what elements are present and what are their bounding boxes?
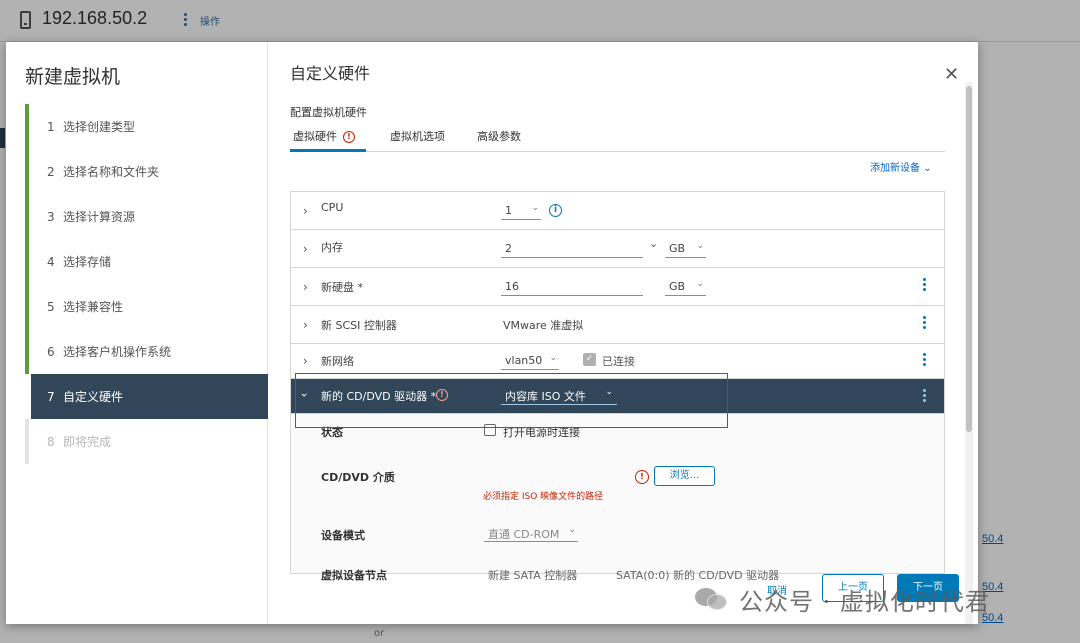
more-icon[interactable] [923,353,927,368]
chevron-right-icon[interactable]: › [303,318,308,332]
more-icon[interactable] [923,316,927,331]
tab-advanced[interactable]: 高级参数 [477,128,521,152]
info-icon[interactable]: i [549,204,562,217]
wizard-content: 自定义硬件 ✕ 配置虚拟机硬件 虚拟硬件! 虚拟机选项 高级参数 添加新设备 ⌄… [268,42,978,624]
chevron-right-icon[interactable]: › [303,242,308,256]
wizard-nav: 新建虚拟机 1 选择创建类型 2 选择名称和文件夹 3 选择计算资源 4 选择存储 5选… [6,42,268,624]
add-new-device-menu[interactable]: 添加新设备 ⌄ [870,159,932,174]
disk-size-input[interactable]: 16 [501,278,643,296]
step-8: 8 即将完成 [25,419,268,464]
section-label: 配置虚拟机硬件 [290,106,367,119]
chevron-right-icon[interactable]: › [303,204,308,218]
device-mode-select[interactable]: 直通 CD-ROM ⌄ [484,524,578,542]
step-1[interactable]: 1 选择创建类型 [25,104,268,149]
device-mode-label: 设备模式 [321,529,365,542]
disk-unit-select[interactable]: GB ⌄ [665,278,706,296]
node-controller: 新建 SATA 控制器 [488,569,578,582]
wechat-logo-icon [695,586,729,612]
step-label: 选择存储 [63,255,112,269]
tab-bar: 虚拟硬件! 虚拟机选项 高级参数 [290,122,945,152]
chevron-right-icon[interactable]: › [303,280,308,294]
disk-label: 新硬盘 * [321,281,363,294]
chevron-right-icon[interactable]: › [303,354,308,368]
power-on-connect-checkbox[interactable] [484,424,496,436]
cpu-label: CPU [321,201,344,214]
step-5[interactable]: 5 选择兼容性 [25,284,268,329]
step-6[interactable]: 6 选择客户机操作系统 [25,329,268,374]
page-title: 自定义硬件 [290,64,371,83]
chevron-down-icon: ⌄ [696,279,704,289]
power-on-connect-label: 打开电源时连接 [503,426,580,439]
chevron-down-icon: ⌄ [605,387,613,397]
more-icon[interactable] [923,389,927,404]
more-icon[interactable] [923,278,927,293]
step-7-active[interactable]: 7 自定义硬件 [31,374,268,419]
chevron-down-icon[interactable]: ⌄ [649,237,658,250]
device-node-label: 虚拟设备节点 [321,569,387,582]
cdrom-details: 状态 打开电源时连接 CD/DVD 介质 ! 浏览... 必须指定 ISO 映像… [291,414,944,582]
memory-label: 内存 [321,241,343,254]
step-2[interactable]: 2 选择名称和文件夹 [25,149,268,194]
step-label: 选择创建类型 [63,120,136,134]
browse-button[interactable]: 浏览... [654,466,715,486]
connected-label: 已连接 [602,355,635,368]
scsi-value: VMware 准虚拟 [503,319,584,332]
watermark-text: 公众号 · 虚拟化时代君 [739,587,990,616]
error-icon: ! [343,131,355,143]
hardware-row-memory: › 内存 2 ⌄ GB ⌄ [291,230,944,268]
error-icon: ! [436,389,448,401]
step-label: 选择兼容性 [63,300,124,314]
chevron-down-icon: ⌄ [568,525,576,535]
network-label: 新网络 [321,355,354,368]
memory-input[interactable]: 2 [501,240,643,258]
chevron-down-icon: ⌄ [549,353,557,363]
chevron-down-icon: ⌄ [923,163,932,174]
cdrom-label: 新的 CD/DVD 驱动器 * [321,390,437,403]
new-vm-wizard: 新建虚拟机 1 选择创建类型 2 选择名称和文件夹 3 选择计算资源 4 选择存储 5选… [6,42,978,624]
chevron-down-icon: ⌄ [531,203,539,213]
step-label: 选择计算资源 [63,210,136,224]
hardware-row-cpu: › CPU 1 ⌄ i [291,192,944,230]
chevron-down-icon: ⌄ [696,241,704,251]
hardware-table: › CPU 1 ⌄ i › 内存 2 ⌄ GB ⌄ › 新硬盘 * 16 GB ⌄ [290,191,945,582]
cpu-select[interactable]: 1 ⌄ [501,202,541,220]
tab-vm-options[interactable]: 虚拟机选项 [390,128,445,152]
chevron-down-icon[interactable]: › [297,393,311,398]
step-3[interactable]: 3 选择计算资源 [25,194,268,239]
step-4[interactable]: 4 选择存储 [25,239,268,284]
scrollbar[interactable] [965,82,973,624]
wizard-title: 新建虚拟机 [25,66,121,88]
hardware-row-disk: › 新硬盘 * 16 GB ⌄ [291,268,944,306]
network-select[interactable]: vlan50 ⌄ [501,352,559,370]
scsi-label: 新 SCSI 控制器 [321,319,397,332]
step-label: 选择客户机操作系统 [63,345,172,359]
wizard-steps: 1 选择创建类型 2 选择名称和文件夹 3 选择计算资源 4 选择存储 5 选择兼容性 6… [25,104,268,464]
status-label: 状态 [321,426,343,439]
error-icon: ! [635,470,649,484]
media-error-text: 必须指定 ISO 映像文件的路径 [483,492,604,502]
cdrom-source-select[interactable]: 内容库 ISO 文件 ⌄ [501,387,617,405]
close-icon[interactable]: ✕ [944,64,959,85]
step-label: 即将完成 [63,435,112,449]
memory-unit-select[interactable]: GB ⌄ [665,240,706,258]
media-label: CD/DVD 介质 [321,471,395,484]
connected-checkbox[interactable]: ✓ [583,353,596,366]
hardware-row-scsi: › 新 SCSI 控制器 VMware 准虚拟 [291,306,944,344]
tab-virtual-hardware[interactable]: 虚拟硬件! [290,128,366,152]
step-label: 选择名称和文件夹 [63,165,160,179]
scroll-thumb[interactable] [966,86,972,432]
hardware-row-cdrom: › 新的 CD/DVD 驱动器 * ! 内容库 ISO 文件 ⌄ [291,379,944,414]
hardware-row-network: › 新网络 vlan50 ⌄ ✓ 已连接 [291,344,944,379]
watermark: 公众号 · 虚拟化时代君 [695,581,990,617]
step-label: 自定义硬件 [63,390,124,404]
